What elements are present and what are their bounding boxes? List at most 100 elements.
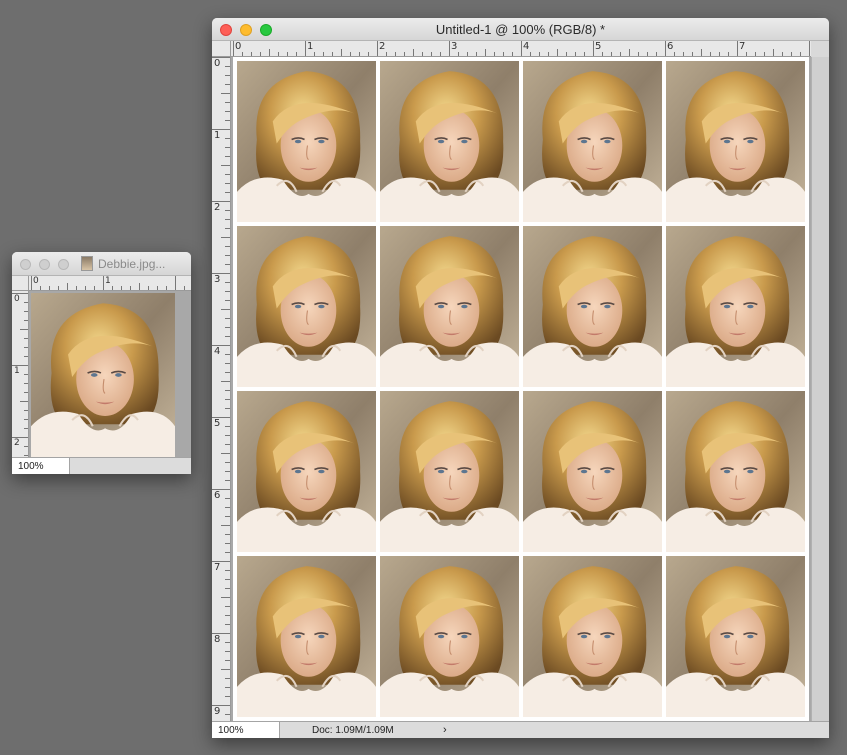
main-ruler-tick xyxy=(225,264,230,265)
main-ruler-tick xyxy=(323,52,324,56)
close-icon[interactable] xyxy=(20,259,31,270)
portrait-tile xyxy=(380,226,519,387)
main-ruler-tick xyxy=(431,52,432,56)
main-ruler-tick xyxy=(225,678,230,679)
main-window-title: Untitled-1 @ 100% (RGB/8) * xyxy=(435,22,606,37)
main-ruler-label: 5 xyxy=(595,41,602,52)
main-ruler-label: 1 xyxy=(214,130,221,141)
main-ruler-label: 6 xyxy=(214,490,221,501)
source-canvas-area[interactable] xyxy=(29,291,191,457)
portrait-illustration xyxy=(523,226,662,387)
main-ruler-tick xyxy=(395,52,396,56)
main-ruler-tick xyxy=(225,624,230,625)
portrait-illustration xyxy=(380,61,519,222)
main-ruler-label: 0 xyxy=(214,58,221,69)
source-ruler-tick xyxy=(121,286,122,290)
source-ruler-tick xyxy=(103,276,104,290)
main-ruler-label: 4 xyxy=(523,41,530,52)
main-ruler-tick xyxy=(647,52,648,56)
main-ruler-tick xyxy=(656,52,657,56)
main-ruler-tick xyxy=(221,165,230,166)
main-canvas-area[interactable] xyxy=(231,57,811,721)
main-ruler-label: 7 xyxy=(739,41,746,52)
main-ruler-tick xyxy=(225,606,230,607)
main-ruler-tick xyxy=(575,52,576,56)
main-ruler-tick xyxy=(221,93,230,94)
source-document-window[interactable]: Debbie.jpg... 01 012 100% xyxy=(12,252,191,474)
source-ruler-tick xyxy=(23,320,28,321)
source-ruler-tick xyxy=(23,356,28,357)
main-ruler-tick xyxy=(809,41,810,56)
portrait-illustration xyxy=(523,391,662,552)
source-ruler-tick xyxy=(184,286,185,290)
source-ruler-tick xyxy=(166,286,167,290)
main-ruler-tick xyxy=(332,52,333,56)
source-horizontal-ruler[interactable]: 01 xyxy=(29,276,191,291)
source-ruler-tick xyxy=(76,286,77,290)
main-ruler-tick xyxy=(225,588,230,589)
main-ruler-tick xyxy=(225,228,230,229)
vertical-scrollbar[interactable] xyxy=(811,57,829,721)
main-ruler-tick xyxy=(221,309,230,310)
main-ruler-tick xyxy=(485,48,486,56)
main-ruler-tick xyxy=(225,219,230,220)
main-horizontal-ruler[interactable]: 012345678 xyxy=(231,41,811,57)
main-ruler-tick xyxy=(728,52,729,56)
source-ruler-tick xyxy=(23,311,28,312)
source-zoom-field[interactable]: 100% xyxy=(12,458,70,474)
source-window-title: Debbie.jpg... xyxy=(98,257,166,271)
source-ruler-tick xyxy=(31,276,32,290)
source-ruler-origin xyxy=(12,276,29,291)
portrait-illustration xyxy=(523,61,662,222)
main-image-canvas[interactable] xyxy=(233,57,809,721)
main-ruler-label: 1 xyxy=(307,41,314,52)
status-menu-arrow-icon: › xyxy=(443,724,447,736)
main-ruler-tick xyxy=(225,651,230,652)
main-document-window[interactable]: Untitled-1 @ 100% (RGB/8) * 0 1 2 3 4 5 6 7 8 0 1… xyxy=(212,18,829,738)
source-ruler-tick xyxy=(85,286,86,290)
main-ruler-tick xyxy=(800,52,801,56)
main-ruler-tick xyxy=(225,426,230,427)
main-ruler-tick xyxy=(629,48,630,56)
portrait-tile xyxy=(380,556,519,717)
portrait-illustration xyxy=(237,61,376,222)
main-ruler-tick xyxy=(404,52,405,56)
source-vertical-ruler[interactable]: 0 1 2 xyxy=(12,291,29,457)
source-zoom-value: 100% xyxy=(18,460,44,472)
portrait-tile xyxy=(237,391,376,552)
main-zoom-field[interactable]: 100% xyxy=(212,722,280,738)
source-ruler-label: 0 xyxy=(33,276,39,286)
main-ruler-tick xyxy=(548,52,549,56)
main-vertical-ruler[interactable]: 0 1 2 3 4 5 6 7 8 9 xyxy=(212,57,231,721)
minimize-icon[interactable] xyxy=(39,259,50,270)
main-ruler-label: 0 xyxy=(235,41,242,52)
source-ruler-tick xyxy=(139,283,140,290)
portrait-illustration xyxy=(666,226,805,387)
main-ruler-tick xyxy=(225,363,230,364)
main-ruler-tick xyxy=(225,660,230,661)
main-ruler-tick xyxy=(503,52,504,56)
main-ruler-tick xyxy=(458,52,459,56)
portrait-tile xyxy=(380,391,519,552)
source-ruler-tick xyxy=(23,374,28,375)
main-ruler-tick xyxy=(225,687,230,688)
zoom-icon[interactable] xyxy=(58,259,69,270)
main-ruler-tick xyxy=(413,48,414,56)
source-window-titlebar[interactable]: Debbie.jpg... xyxy=(12,252,191,276)
main-ruler-tick xyxy=(359,52,360,56)
main-ruler-tick xyxy=(221,669,230,670)
status-menu-arrow[interactable]: › xyxy=(443,722,447,738)
main-ruler-tick xyxy=(225,75,230,76)
main-ruler-tick xyxy=(225,84,230,85)
main-window-titlebar[interactable]: Untitled-1 @ 100% (RGB/8) * xyxy=(212,18,829,41)
main-ruler-tick xyxy=(225,138,230,139)
doc-size-text: Doc: 1.09M/1.09M xyxy=(312,724,394,736)
source-ruler-tick xyxy=(94,286,95,290)
portrait-tile xyxy=(237,61,376,222)
main-ruler-tick xyxy=(539,52,540,56)
main-ruler-tick xyxy=(225,210,230,211)
source-image-canvas[interactable] xyxy=(31,293,175,457)
main-ruler-tick xyxy=(225,462,230,463)
main-ruler-tick xyxy=(225,696,230,697)
main-ruler-tick xyxy=(221,237,230,238)
